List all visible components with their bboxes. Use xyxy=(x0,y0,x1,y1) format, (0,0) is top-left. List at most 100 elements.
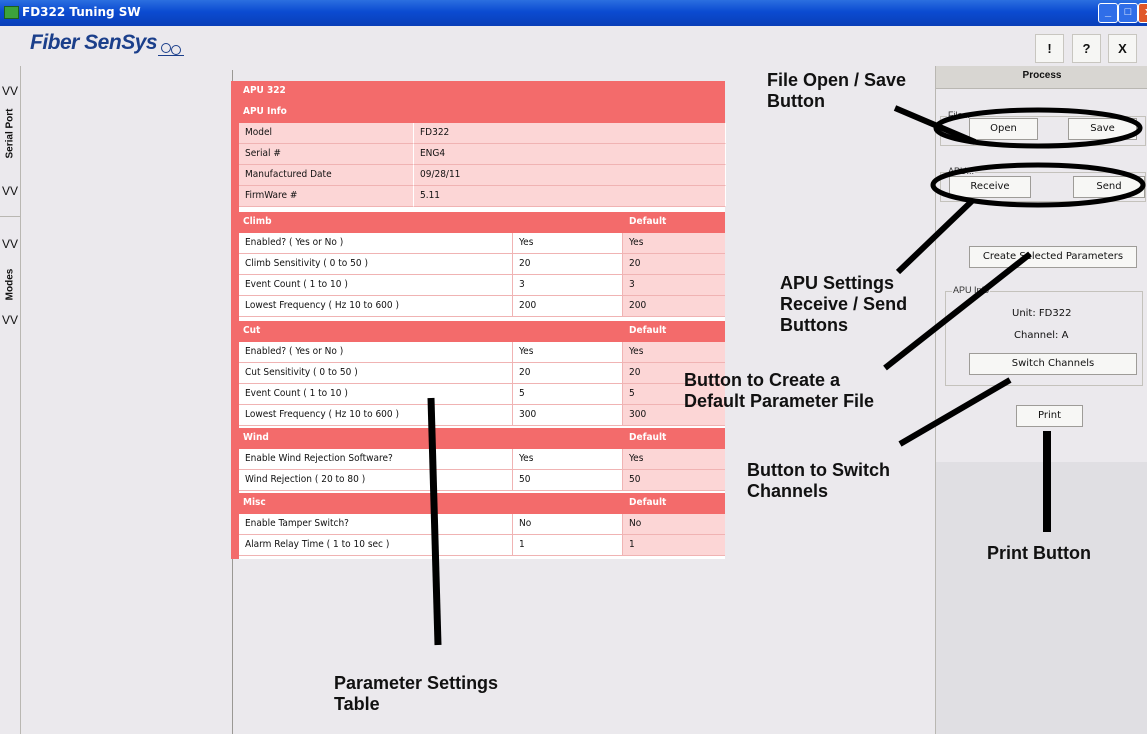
file-group-label: File... xyxy=(947,110,972,120)
info-value[interactable]: FD322 xyxy=(420,127,449,138)
param-label: Enable Wind Rejection Software? xyxy=(245,453,393,464)
param-value-cell[interactable]: 20 xyxy=(519,367,530,378)
sidebar: VV Serial Port VV VV Modes VV xyxy=(0,66,21,734)
param-default: 20 xyxy=(629,367,641,378)
process-panel: Process File... Open Save APU... Receive… xyxy=(935,66,1147,734)
table-row: Wind Rejection ( 20 to 80 ) 50 50 xyxy=(239,470,725,491)
table-row: Event Count ( 1 to 10 ) 3 3 xyxy=(239,275,725,296)
param-default: 5 xyxy=(629,388,635,399)
chevron-icon: VV xyxy=(2,184,19,198)
default-header: Default xyxy=(629,216,667,227)
info-label: Serial # xyxy=(245,148,281,159)
send-button[interactable]: Send xyxy=(1073,176,1145,198)
exit-button[interactable]: X xyxy=(1108,34,1137,63)
apu-group-label: APU... xyxy=(947,166,976,176)
annotation-table: Parameter Settings Table xyxy=(334,673,499,714)
annotation-switch: Button to Switch Channels xyxy=(747,460,890,501)
receive-button[interactable]: Receive xyxy=(949,176,1031,198)
param-value-cell[interactable]: 300 xyxy=(519,409,536,420)
section-header-misc: Misc Default xyxy=(239,493,725,514)
table-row: Serial # ENG4 xyxy=(239,144,726,165)
param-value-cell[interactable]: 50 xyxy=(519,474,530,485)
section-header-climb: Climb Default xyxy=(239,212,725,233)
default-header: Default xyxy=(629,325,667,336)
section-name: Misc xyxy=(243,497,266,508)
table-row: Lowest Frequency ( Hz 10 to 600 ) 200 20… xyxy=(239,296,725,317)
info-value[interactable]: ENG4 xyxy=(420,148,445,159)
section-name: Cut xyxy=(243,325,261,336)
param-label: Lowest Frequency ( Hz 10 to 600 ) xyxy=(245,409,399,420)
param-label: Cut Sensitivity ( 0 to 50 ) xyxy=(245,367,358,378)
alert-button[interactable]: ! xyxy=(1035,34,1064,63)
print-button[interactable]: Print xyxy=(1016,405,1083,427)
info-value[interactable]: 09/28/11 xyxy=(420,169,460,180)
window-title: FD322 Tuning SW xyxy=(22,5,141,19)
param-default: Yes xyxy=(629,346,644,357)
close-window-button[interactable]: x xyxy=(1138,3,1147,23)
table-title-row: APU 322 xyxy=(239,81,725,102)
app-icon xyxy=(4,6,19,19)
annotation-print: Print Button xyxy=(987,543,1091,563)
param-value-cell[interactable]: 200 xyxy=(519,300,536,311)
param-value-cell[interactable]: 20 xyxy=(519,258,530,269)
chevron-icon: VV xyxy=(2,313,19,327)
param-label: Enabled? ( Yes or No ) xyxy=(245,346,344,357)
tab-modes[interactable]: VV Modes VV xyxy=(0,217,20,347)
annotation-create: Button to Create a Default Parameter Fil… xyxy=(684,370,875,411)
param-default: 20 xyxy=(629,258,641,269)
section-header-wind: Wind Default xyxy=(239,428,725,449)
parameter-table: APU 322 APU Info Model FD322 Serial # EN… xyxy=(231,81,726,559)
open-button[interactable]: Open xyxy=(969,118,1038,140)
param-value-cell[interactable]: 1 xyxy=(519,539,525,550)
param-default: 1 xyxy=(629,539,635,550)
info-header: APU Info xyxy=(243,106,287,117)
help-button[interactable]: ? xyxy=(1072,34,1101,63)
minimize-button[interactable]: _ xyxy=(1098,3,1118,23)
restore-button[interactable]: □ xyxy=(1118,3,1138,23)
param-label: Alarm Relay Time ( 1 to 10 sec ) xyxy=(245,539,390,550)
section-name: Climb xyxy=(243,216,272,227)
switch-channels-button[interactable]: Switch Channels xyxy=(969,353,1137,375)
tab-serial-port[interactable]: VV Serial Port VV xyxy=(0,66,20,216)
table-row: Enabled? ( Yes or No ) Yes Yes xyxy=(239,233,725,254)
table-row: Enable Tamper Switch? No No xyxy=(239,514,725,535)
annotation-file: File Open / Save Button xyxy=(767,70,907,111)
title-bar: FD322 Tuning SW _ □ x xyxy=(0,0,1147,26)
info-label: Model xyxy=(245,127,273,138)
table-row: Alarm Relay Time ( 1 to 10 sec ) 1 1 xyxy=(239,535,725,556)
param-default: 200 xyxy=(629,300,647,311)
param-label: Event Count ( 1 to 10 ) xyxy=(245,279,348,290)
param-value-cell[interactable]: Yes xyxy=(519,346,533,357)
param-default: Yes xyxy=(629,453,644,464)
info-header-row: APU Info xyxy=(239,102,725,123)
logo: Fiber SenSys xyxy=(30,31,158,54)
param-value-cell[interactable]: Yes xyxy=(519,453,533,464)
param-label: Event Count ( 1 to 10 ) xyxy=(245,388,348,399)
param-default: 300 xyxy=(629,409,647,420)
param-value-cell[interactable]: No xyxy=(519,518,531,529)
table-row: Enable Wind Rejection Software? Yes Yes xyxy=(239,449,725,470)
table-row: Model FD322 xyxy=(239,123,726,144)
toolbar: Fiber SenSys ! ? X xyxy=(0,26,1147,66)
param-default: No xyxy=(629,518,642,529)
param-value-cell[interactable]: 5 xyxy=(519,388,525,399)
param-value-cell[interactable]: Yes xyxy=(519,237,533,248)
channel-label: Channel: A xyxy=(1014,330,1069,341)
create-parameters-button[interactable]: Create Selected Parameters xyxy=(969,246,1137,268)
table-row: Enabled? ( Yes or No ) Yes Yes xyxy=(239,342,725,363)
param-default: 50 xyxy=(629,474,641,485)
unit-label: Unit: FD322 xyxy=(1012,308,1072,319)
tab-serial-port-label: Serial Port xyxy=(4,108,16,159)
param-value-cell[interactable]: 3 xyxy=(519,279,525,290)
process-title: Process xyxy=(936,66,1147,89)
info-label: FirmWare # xyxy=(245,190,298,201)
save-button[interactable]: Save xyxy=(1068,118,1137,140)
table-row: Manufactured Date 09/28/11 xyxy=(239,165,726,186)
table-row: Cut Sensitivity ( 0 to 50 ) 20 20 xyxy=(239,363,725,384)
param-label: Climb Sensitivity ( 0 to 50 ) xyxy=(245,258,368,269)
info-value[interactable]: 5.11 xyxy=(420,190,440,201)
table-row: Climb Sensitivity ( 0 to 50 ) 20 20 xyxy=(239,254,725,275)
param-label: Enabled? ( Yes or No ) xyxy=(245,237,344,248)
table-title: APU 322 xyxy=(243,85,286,96)
param-label: Lowest Frequency ( Hz 10 to 600 ) xyxy=(245,300,399,311)
